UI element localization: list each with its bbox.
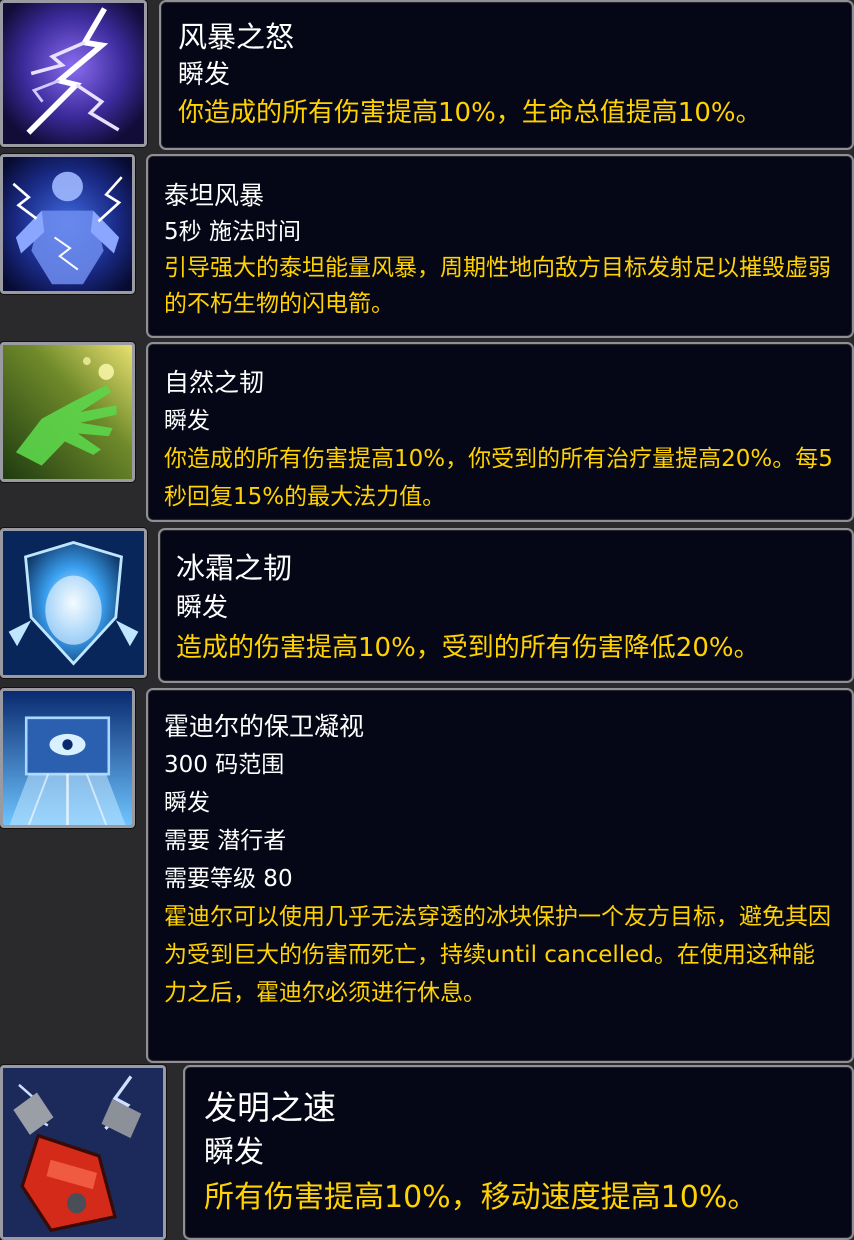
- ability-description: 造成的伤害提高10%，受到的所有伤害降低20%。: [176, 633, 760, 663]
- nature-hand-icon: [0, 342, 135, 482]
- ability-name: 发明之速: [204, 1088, 336, 1127]
- ability-name: 冰霜之韧: [176, 551, 293, 585]
- ability-tooltip: 风暴之怒 瞬发 你造成的所有伤害提高10%，生命总值提高10%。: [159, 0, 854, 150]
- ability-tooltip: 泰坦风暴 5秒 施法时间 引导强大的泰坦能量风暴，周期性地向敌方目标发射足以摧毁…: [146, 154, 854, 338]
- range: 300 码范围: [164, 752, 285, 778]
- ability-tooltip: 冰霜之韧 瞬发 造成的伤害提高10%，受到的所有伤害降低20%。: [158, 528, 854, 683]
- titan-storm-icon: [0, 154, 135, 294]
- cast-time: 5秒 施法时间: [164, 219, 301, 245]
- ability-description: 引导强大的泰坦能量风暴，周期性地向敌方目标发射足以摧毁虚弱的不朽生物的闪电箭。: [164, 255, 831, 317]
- ability-description: 你造成的所有伤害提高10%，生命总值提高10%。: [178, 98, 762, 128]
- ability-name: 泰坦风暴: [164, 181, 265, 210]
- ability-description: 你造成的所有伤害提高10%，你受到的所有治疗量提高20%。每5秒回复15%的最大…: [164, 446, 833, 510]
- ability-name: 风暴之怒: [178, 20, 295, 54]
- requirement-class: 需要 潜行者: [164, 828, 287, 854]
- cast-time: 瞬发: [178, 60, 231, 90]
- ability-tooltip: 霍迪尔的保卫凝视 300 码范围 瞬发 需要 潜行者 需要等级 80 霍迪尔可以…: [146, 688, 854, 1063]
- requirement-level: 需要等级 80: [164, 866, 293, 892]
- ice-block-icon: [0, 688, 135, 828]
- cast-time: 瞬发: [204, 1135, 264, 1170]
- ability-tooltip: 发明之速 瞬发 所有伤害提高10%，移动速度提高10%。: [183, 1065, 854, 1240]
- frost-shield-icon: [0, 528, 147, 678]
- lightning-icon: [0, 0, 147, 147]
- ability-name: 自然之韧: [164, 368, 265, 397]
- cast-time: 瞬发: [164, 790, 210, 816]
- cast-time: 瞬发: [176, 593, 229, 623]
- wrench-icon: [0, 1065, 166, 1240]
- ability-tooltip: 自然之韧 瞬发 你造成的所有伤害提高10%，你受到的所有治疗量提高20%。每5秒…: [146, 342, 854, 522]
- cast-time: 瞬发: [164, 408, 210, 434]
- ability-name: 霍迪尔的保卫凝视: [164, 712, 365, 741]
- ability-description: 霍迪尔可以使用几乎无法穿透的冰块保护一个友方目标，避免其因为受到巨大的伤害而死亡…: [164, 904, 831, 1006]
- ability-description: 所有伤害提高10%，移动速度提高10%。: [204, 1180, 758, 1215]
